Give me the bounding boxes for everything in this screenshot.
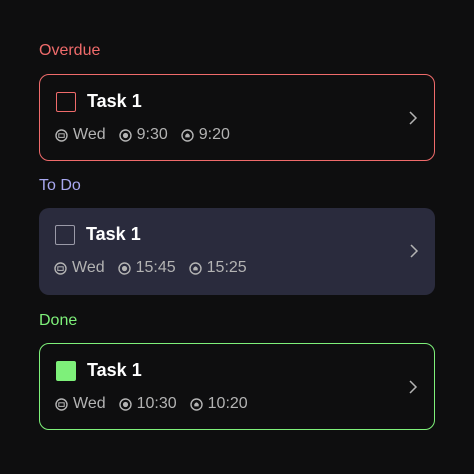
task-day: Wed xyxy=(72,259,105,276)
task-time: 9:30 xyxy=(136,126,168,143)
chevron-right-icon[interactable] xyxy=(408,379,418,395)
task-reminder: 10:20 xyxy=(207,395,248,412)
clock-icon xyxy=(118,397,132,411)
calendar-icon xyxy=(54,261,67,275)
chevron-right-icon[interactable] xyxy=(409,243,419,259)
task-meta: Wed 15:45 15:25 xyxy=(54,258,260,278)
task-card-done[interactable]: Task 1 Wed 10:30 10:20 xyxy=(39,343,435,430)
task-meta: Wed 10:30 10:20 xyxy=(55,394,261,414)
task-checkbox-checked[interactable] xyxy=(56,361,76,381)
task-checkbox[interactable] xyxy=(56,92,76,112)
task-reminder: 15:25 xyxy=(206,259,247,276)
task-checkbox[interactable] xyxy=(55,225,75,245)
section-label-todo: To Do xyxy=(39,177,81,194)
task-meta: Wed 9:30 9:20 xyxy=(55,125,243,145)
chevron-right-icon[interactable] xyxy=(408,110,418,126)
task-time: 10:30 xyxy=(136,395,177,412)
task-reminder: 9:20 xyxy=(198,126,230,143)
task-title: Task 1 xyxy=(87,360,142,380)
task-title: Task 1 xyxy=(87,91,142,111)
bell-icon xyxy=(188,261,202,275)
calendar-icon xyxy=(55,397,68,411)
clock-icon xyxy=(117,261,131,275)
task-day: Wed xyxy=(73,126,106,143)
bell-icon xyxy=(189,397,203,411)
task-time: 15:45 xyxy=(135,259,176,276)
bell-icon xyxy=(181,128,194,142)
calendar-icon xyxy=(55,128,68,142)
clock-icon xyxy=(118,128,132,142)
task-day: Wed xyxy=(73,395,106,412)
task-card-overdue[interactable]: Task 1 Wed 9:30 9:20 xyxy=(39,74,435,161)
task-title: Task 1 xyxy=(86,224,141,244)
task-card-todo[interactable]: Task 1 Wed 15:45 15:25 xyxy=(39,208,435,295)
section-label-overdue: Overdue xyxy=(39,42,101,59)
section-label-done: Done xyxy=(39,312,78,329)
